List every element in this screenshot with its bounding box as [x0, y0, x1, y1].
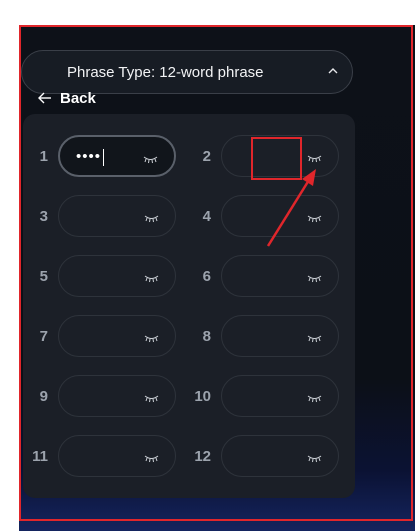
word-input-9[interactable] [58, 375, 176, 417]
eye-closed-icon[interactable] [307, 214, 322, 223]
word-input-3[interactable] [58, 195, 176, 237]
back-button[interactable]: Back [38, 88, 96, 108]
text-caret [103, 148, 105, 166]
arrow-left-icon [38, 92, 51, 104]
word-input-1[interactable]: •••• [58, 135, 176, 177]
word-number: 3 [39, 208, 48, 225]
chevron-up-icon [328, 68, 338, 74]
recovery-phrase-screen: Phrase Type: 12-word phrase Back 1 •••• … [19, 25, 415, 531]
eye-closed-icon[interactable] [307, 454, 322, 463]
eye-closed-icon[interactable] [307, 274, 322, 283]
word-number: 9 [39, 388, 48, 405]
word-number: 6 [202, 268, 211, 285]
word-input-5[interactable] [58, 255, 176, 297]
eye-closed-icon[interactable] [144, 214, 159, 223]
word-input-12[interactable] [221, 435, 339, 477]
eye-closed-icon[interactable] [307, 154, 322, 163]
eye-closed-icon[interactable] [143, 155, 158, 164]
word-number: 8 [202, 328, 211, 345]
eye-closed-icon[interactable] [144, 274, 159, 283]
eye-closed-icon[interactable] [144, 394, 159, 403]
back-label: Back [60, 89, 96, 107]
word-input-6[interactable] [221, 255, 339, 297]
eye-closed-icon[interactable] [307, 394, 322, 403]
phrase-type-label: Phrase Type: 12-word phrase [67, 64, 264, 81]
eye-closed-icon[interactable] [144, 334, 159, 343]
word-number: 12 [194, 448, 211, 465]
word-number: 7 [39, 328, 48, 345]
eye-closed-icon[interactable] [144, 454, 159, 463]
annotation-highlight-box [251, 137, 302, 180]
word-number: 4 [202, 208, 211, 225]
word-number: 11 [32, 448, 48, 465]
word-number: 5 [39, 268, 48, 285]
word-number: 1 [39, 148, 48, 165]
word-number: 10 [194, 388, 211, 405]
word-input-7[interactable] [58, 315, 176, 357]
word-input-4[interactable] [221, 195, 339, 237]
word-input-8[interactable] [221, 315, 339, 357]
word-value: •••• [76, 148, 105, 166]
word-input-10[interactable] [221, 375, 339, 417]
eye-closed-icon[interactable] [307, 334, 322, 343]
word-number: 2 [202, 148, 211, 165]
word-input-11[interactable] [58, 435, 176, 477]
word-grid-panel: 1 •••• 2 3 4 5 6 7 8 9 10 11 12 [23, 114, 355, 498]
